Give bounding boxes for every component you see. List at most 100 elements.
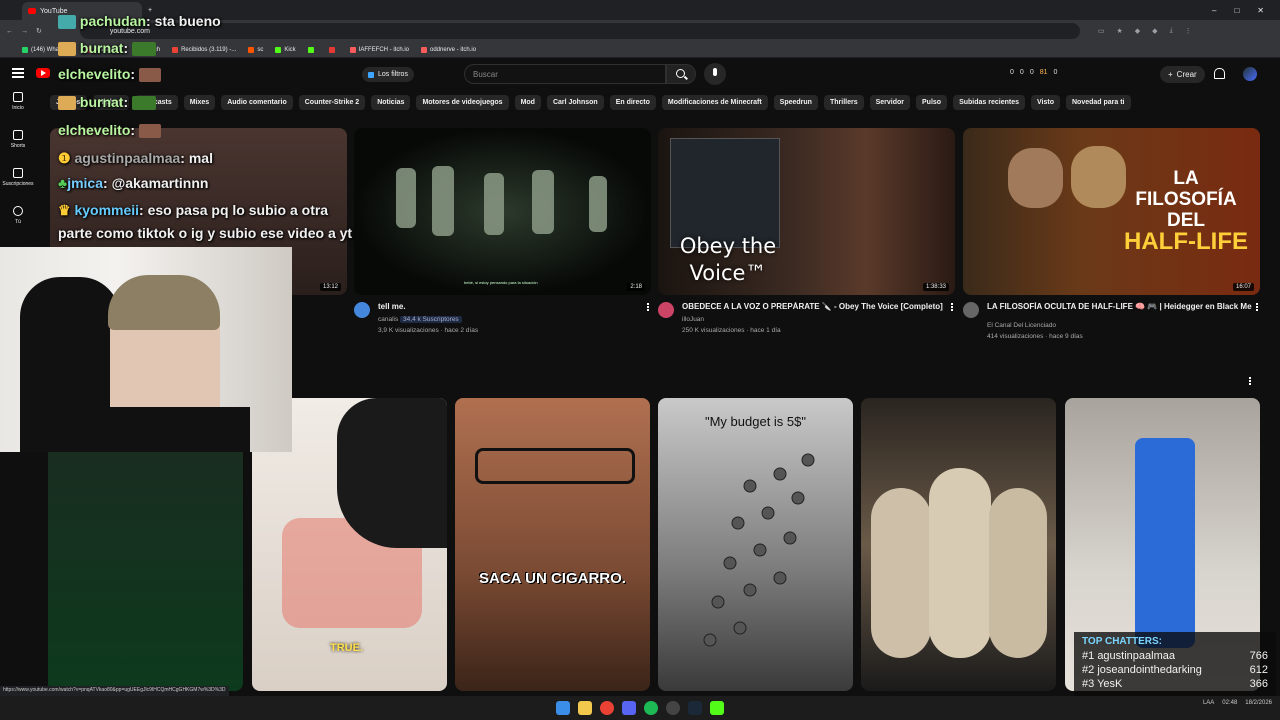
video-card[interactable]: bebé, si estoy pensando para la situació… (354, 128, 651, 346)
nav-label: Shorts (10, 143, 26, 149)
extension-icon[interactable]: ◆ (1152, 27, 1157, 35)
short-card[interactable] (861, 398, 1056, 691)
video-card[interactable]: LA FILOSOFÍA DEL HALF-LIFE 16:07 LA FILO… (963, 128, 1260, 346)
nav-item-inicio[interactable]: Inicio (0, 92, 36, 130)
chip[interactable]: Novedad para ti (1065, 95, 1131, 110)
search-placeholder: Buscar (473, 69, 498, 79)
tray-date[interactable]: 18/2/2026 (1245, 700, 1272, 706)
nav-item-shorts[interactable]: Shorts (0, 130, 36, 168)
maximize-button[interactable]: □ (1234, 6, 1239, 15)
chip[interactable]: Thrillers (823, 95, 864, 110)
plant-bud (929, 468, 991, 658)
top-chatters-title: TOP CHATTERS: (1082, 636, 1163, 647)
channel-name[interactable]: canalis 34,4 k Suscriptores (378, 316, 462, 323)
avatar[interactable] (1243, 67, 1257, 81)
voice-search-icon[interactable] (704, 63, 726, 85)
emote-icon (138, 124, 161, 139)
screen: YouTube + – □ ✕ ← → ↻ youtube.com ▭ ★ ◆ … (0, 0, 1280, 720)
steam-icon[interactable] (688, 701, 702, 715)
channel-avatar[interactable] (963, 302, 979, 318)
video-thumbnail[interactable]: Obey the Voice™ 1:38:33 (658, 128, 955, 295)
more-options-icon[interactable] (951, 303, 953, 305)
nav-item-tu[interactable]: Tú (0, 206, 36, 244)
emote-icon (58, 42, 76, 57)
thumbnail-overlay-text: Obey the Voice™ (679, 234, 777, 285)
obs-icon[interactable] (666, 701, 680, 715)
chip[interactable]: Servidor (869, 95, 910, 110)
top-chatters-panel: TOP CHATTERS: #1 agustinpaalmaa 766 #2 jo… (1074, 632, 1276, 704)
more-options-icon[interactable] (1256, 303, 1258, 305)
bookmark-favicon-icon (22, 46, 28, 53)
short-card[interactable]: "My budget is 5$" (658, 398, 853, 691)
file-explorer-icon[interactable] (578, 701, 592, 715)
create-button[interactable]: + Crear (1160, 66, 1205, 83)
chip[interactable]: Pulso (916, 95, 948, 110)
channel-avatar[interactable] (658, 302, 674, 318)
facecam-inset (670, 138, 780, 248)
chat-line: ♛ kyommeii: eso pasa pq lo subio a otra (58, 202, 329, 218)
chip[interactable]: Carl Johnson (546, 95, 604, 110)
more-options-icon[interactable] (647, 303, 649, 305)
video-title[interactable]: OBEDECE A LA VOZ O PREPÁRATE 🔪 - Obey Th… (682, 302, 947, 311)
chatter-rank: #3 (1082, 678, 1095, 690)
video-thumbnail[interactable]: LA FILOSOFÍA DEL HALF-LIFE 16:07 (963, 128, 1260, 295)
cast-icon[interactable]: ▭ (1098, 27, 1105, 35)
video-duration: 16:07 (1232, 283, 1254, 291)
chip[interactable]: Noticias (371, 95, 411, 110)
star-icon[interactable]: ★ (1117, 27, 1123, 35)
short-card[interactable]: SACA UN CIGARRO. (455, 398, 650, 691)
channel-name[interactable]: illoJuan (682, 316, 704, 323)
discord-icon[interactable] (622, 701, 636, 715)
menu-dots-icon[interactable]: ⋮ (1185, 27, 1192, 35)
chip[interactable]: Modificaciones de Minecraft (661, 95, 768, 110)
chip[interactable]: Subidas recientes (953, 95, 1025, 110)
chatter-name: joseandointhedarking (1097, 664, 1202, 676)
minimize-button[interactable]: – (1212, 6, 1216, 15)
extension-icon[interactable]: ◆ (1135, 27, 1140, 35)
bookmark-item[interactable]: oddnerve - itch.io (421, 46, 476, 53)
video-thumbnail[interactable]: bebé, si estoy pensando para la situació… (354, 128, 651, 295)
video-title[interactable]: LA FILOSOFÍA OCULTA DE HALF-LIFE 🧠 🎮 | H… (987, 302, 1252, 311)
notifications-bell-icon[interactable] (1214, 68, 1225, 79)
gloved-hand (337, 398, 447, 548)
chip[interactable]: Visto (1030, 95, 1060, 110)
spotify-icon[interactable] (644, 701, 658, 715)
filter-icon (368, 71, 374, 78)
filters-button[interactable]: Los filtros (362, 67, 414, 82)
kick-icon[interactable] (710, 701, 724, 715)
emote-icon (58, 96, 76, 111)
channel-name[interactable]: El Canal Del Licenciado (987, 322, 1056, 329)
chat-username: elchevelito (58, 66, 131, 82)
back-icon[interactable]: ← (6, 28, 13, 35)
left-nav: Inicio Shorts Suscripciones Tú (0, 92, 36, 244)
download-icon[interactable]: ⤓ (1170, 27, 1173, 35)
character-face (1071, 146, 1126, 208)
close-button[interactable]: ✕ (1257, 6, 1264, 15)
channel-avatar[interactable] (354, 302, 370, 318)
hamburger-menu-icon[interactable] (12, 68, 24, 78)
chip[interactable]: Speedrun (773, 95, 818, 110)
header-stats: 0 0 0 81 0 (1010, 69, 1057, 76)
chat-username: burnat (79, 94, 124, 110)
nav-item-suscripciones[interactable]: Suscripciones (0, 168, 36, 206)
shorts-more-options-icon[interactable] (1249, 377, 1251, 379)
chip[interactable]: En directo (609, 95, 656, 110)
forward-icon[interactable]: → (21, 28, 28, 35)
video-views: 414 visualizaciones · hace 9 días (987, 333, 1083, 340)
overlay-line: FILOSOFÍA (1135, 189, 1237, 210)
chrome-icon[interactable] (600, 701, 614, 715)
tray-language[interactable]: LAA (1203, 700, 1214, 706)
start-icon[interactable] (556, 701, 570, 715)
chatter-count: 612 (1249, 664, 1268, 676)
chip[interactable]: Mod (514, 95, 541, 110)
tray-time[interactable]: 02:48 (1222, 700, 1237, 706)
home-icon (13, 92, 23, 102)
thumbnail-figures (396, 166, 607, 236)
search-button[interactable] (666, 64, 696, 84)
chip[interactable]: Motores de videojuegos (416, 95, 509, 110)
chat-message: mal (188, 150, 213, 166)
search-input[interactable]: Buscar (464, 64, 666, 84)
video-title[interactable]: tell me. (378, 302, 643, 311)
overlay-line: LA (1173, 168, 1199, 189)
video-card[interactable]: Obey the Voice™ 1:38:33 OBEDECE A LA VOZ… (658, 128, 955, 346)
